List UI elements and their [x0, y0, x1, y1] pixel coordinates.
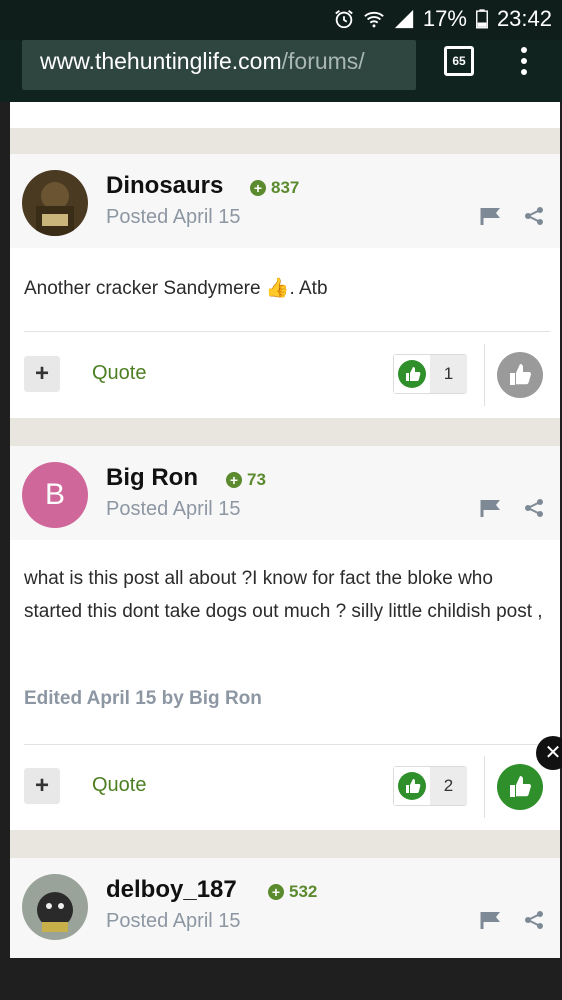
reaction-count[interactable]: 2 [393, 766, 467, 806]
divider [484, 344, 485, 406]
author-name[interactable]: Dinosaurs [106, 172, 223, 200]
reputation-value: 73 [247, 470, 266, 489]
plus-circle-icon: + [250, 180, 266, 196]
alarm-icon [335, 10, 353, 29]
reputation-value: 837 [271, 178, 300, 197]
reputation-badge: +532 [268, 882, 317, 902]
url-domain: www.thehuntinglife.com [40, 48, 282, 74]
quote-button[interactable]: Quote [92, 362, 146, 385]
quote-button[interactable]: Quote [92, 774, 146, 797]
wifi-icon [364, 11, 384, 28]
plus-circle-icon: + [268, 884, 284, 900]
post-date[interactable]: Posted April 15 [106, 498, 241, 521]
like-button[interactable] [497, 764, 543, 810]
like-button[interactable] [497, 352, 543, 398]
clock: 23:42 [496, 6, 552, 31]
plus-circle-icon: + [226, 472, 242, 488]
share-icon[interactable] [524, 206, 544, 226]
status-bar: 17% 23:42 [0, 0, 562, 40]
flag-icon[interactable] [480, 207, 502, 225]
share-icon[interactable] [524, 910, 544, 930]
tab-switcher-button[interactable]: 65 [444, 46, 474, 76]
divider [24, 744, 550, 745]
signal-icon [394, 9, 414, 29]
author-name[interactable]: Big Ron [106, 464, 198, 492]
flag-icon[interactable] [480, 911, 502, 929]
post-header: B Big Ron +73 Posted April 15 [10, 446, 560, 540]
battery-icon [475, 9, 488, 29]
forum-page: Dinosaurs +837 Posted April 15 Another c… [10, 102, 560, 958]
url-path: /forums/ [281, 48, 365, 74]
flag-icon[interactable] [480, 499, 502, 517]
author-name[interactable]: delboy_187 [106, 876, 237, 904]
thumbs-up-icon [510, 364, 531, 385]
previous-post-end [10, 102, 560, 128]
share-icon[interactable] [524, 498, 544, 518]
multiquote-button[interactable]: + [24, 356, 60, 392]
thumbs-up-icon [510, 776, 531, 797]
divider [484, 756, 485, 818]
post-date[interactable]: Posted April 15 [106, 206, 241, 229]
post-text: Another cracker Sandymere 👍. Atb [24, 278, 328, 299]
post-date[interactable]: Posted April 15 [106, 910, 241, 933]
reaction-count[interactable]: 1 [393, 354, 467, 394]
like-count: 1 [430, 355, 467, 393]
edited-note: Edited April 15 by Big Ron [24, 688, 262, 709]
browser-toolbar: www.thehuntinglife.com/forums/ 65 [0, 40, 562, 102]
post-header: delboy_187 +532 Posted April 15 [10, 858, 560, 958]
divider [24, 331, 550, 332]
avatar[interactable] [22, 170, 88, 236]
like-count: 2 [430, 767, 467, 805]
multiquote-button[interactable]: + [24, 768, 60, 804]
avatar[interactable]: B [22, 462, 88, 528]
close-icon[interactable]: ✕ [536, 736, 562, 770]
post-text: what is this post all about ?I know for … [24, 568, 543, 622]
overflow-menu-icon[interactable] [512, 44, 536, 78]
reputation-badge: +73 [226, 470, 266, 490]
url-bar[interactable]: www.thehuntinglife.com/forums/ [22, 40, 416, 90]
avatar[interactable] [22, 874, 88, 940]
thumbs-up-icon [398, 772, 426, 800]
post-body: Another cracker Sandymere 👍. Atb + Quote… [10, 248, 560, 418]
post-body: what is this post all about ?I know for … [10, 540, 560, 830]
battery-percent: 17% [422, 6, 467, 31]
thumbs-up-icon [398, 360, 426, 388]
post-header: Dinosaurs +837 Posted April 15 [10, 154, 560, 248]
reputation-badge: +837 [250, 178, 299, 198]
bottom-bar [0, 958, 562, 1000]
reputation-value: 532 [289, 882, 318, 901]
